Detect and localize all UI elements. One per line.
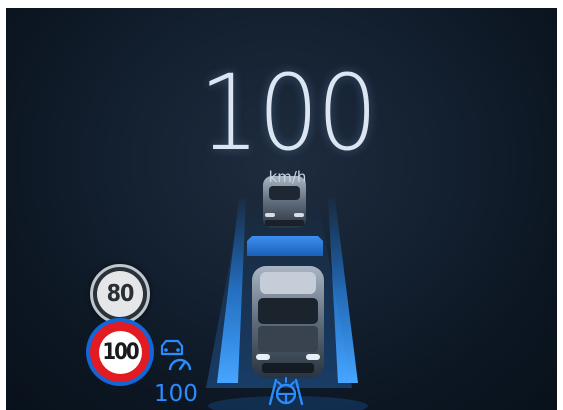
smart-cruise-control-icon	[160, 339, 192, 371]
speedometer-value: 100	[198, 52, 378, 174]
advisory-speed-value: 80	[97, 271, 143, 317]
following-distance-bar	[247, 236, 323, 256]
ego-vehicle	[252, 266, 324, 378]
speed-limit-value: 100	[98, 330, 142, 374]
speed-unit-label: km/h	[268, 168, 307, 186]
speed-limit-sign: 100	[86, 318, 154, 386]
cruise-set-speed: 100	[154, 381, 198, 407]
advisory-speed-sign: 80	[90, 264, 150, 324]
cluster-display: 100 km/h 80 100 100	[6, 8, 557, 410]
lane-following-assist-icon	[268, 377, 304, 406]
